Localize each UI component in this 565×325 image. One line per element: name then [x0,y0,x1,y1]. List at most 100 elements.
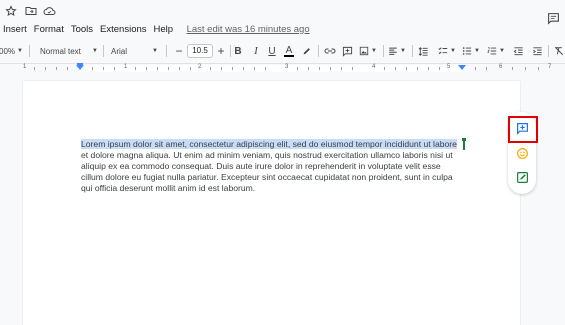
star-icon[interactable] [4,4,18,18]
selected-text[interactable]: Lorem ipsum dolor sit amet, consectetur … [81,139,457,149]
text-color-button[interactable]: A [283,44,295,58]
right-indent-marker[interactable] [458,65,466,70]
ruler-tick [428,67,429,70]
ruler-tick [34,67,35,70]
text-color-icon: A [285,44,293,56]
ruler-number: 3 [285,64,289,70]
chevron-down-icon: ▼ [450,48,456,54]
decrease-indent-button[interactable] [511,44,525,58]
left-indent-marker[interactable] [76,65,84,70]
ruler-tick [135,67,136,70]
increase-font-size-button[interactable]: + [215,44,227,58]
ruler-tick [417,67,418,70]
ruler-tick [297,67,298,70]
ruler-tick [210,67,211,70]
first-line-indent-marker[interactable] [77,63,83,65]
font-size-input[interactable]: 10.5 [187,44,213,58]
chevron-down-icon: ▼ [17,48,23,54]
numbered-list-button[interactable]: ▼ [486,44,506,58]
italic-button[interactable]: I [250,44,262,58]
italic-icon: I [254,45,258,57]
zoom-select[interactable]: 00% ▼ [0,44,23,58]
insert-link-button[interactable] [323,44,337,58]
divider [230,45,231,57]
increase-indent-button[interactable] [530,44,544,58]
ruler-tick [308,67,309,70]
ruler-tick [330,67,331,70]
decrease-font-size-button[interactable]: − [173,44,185,58]
font-value: Arial [111,46,128,56]
highlight-color-button[interactable] [301,44,313,58]
bulleted-list-button[interactable]: ▼ [461,44,481,58]
menu-insert[interactable]: Insert [0,24,30,35]
image-icon [359,46,369,56]
emoji-icon [516,147,528,159]
move-to-folder-icon[interactable] [24,4,38,18]
divider [103,45,104,57]
ruler-tick [146,67,147,70]
checklist-button[interactable]: ▼ [437,44,457,58]
bold-button[interactable]: B [232,44,244,58]
zoom-value: 00% [0,46,16,56]
ruler-tick [254,67,255,70]
ruler-tick [395,67,396,70]
ruler-number: 1 [23,64,27,70]
menu-format[interactable]: Format [30,24,67,35]
highlight-annotation-box [508,116,538,143]
divider [383,45,384,57]
divider [412,45,413,57]
ruler[interactable]: 1 1 2 3 4 5 6 7 [0,63,565,72]
font-select[interactable]: Arial ▼ [111,44,158,58]
add-comment-toolbar-button[interactable] [341,44,353,58]
ruler-tick [525,67,526,70]
numbered-list-icon [487,46,497,55]
document-page[interactable] [23,81,520,325]
style-select[interactable]: Normal text ▼ [40,44,98,58]
add-emoji-reaction-button[interactable] [512,143,532,163]
suggest-edit-icon [516,171,528,183]
menu-help[interactable]: Help [150,24,177,35]
cloud-status-icon[interactable] [42,4,56,18]
ruler-number: 1 [124,64,128,70]
comment-history-icon[interactable] [545,10,561,26]
menu-tools[interactable]: Tools [67,24,96,35]
underline-icon: U [268,45,276,57]
toolbar: 00% ▼ Normal text ▼ Arial ▼ − 10.5 + B I U … [0,41,565,61]
comment-plus-icon [342,46,352,57]
bulleted-list-icon [462,47,472,55]
underline-button[interactable]: U [266,44,278,58]
ruler-tick [486,67,487,70]
suggest-edits-button[interactable] [512,167,532,187]
ruler-tick [103,67,104,70]
ruler-tick [265,67,266,70]
collaborator-cursor [462,138,466,150]
ruler-number: 2 [198,64,202,70]
align-button[interactable]: ▼ [387,44,407,58]
ruler-tick [439,67,440,70]
ruler-tick [157,67,158,70]
menu-bar: Insert Format Tools Extensions Help Last… [0,21,310,37]
ruler-page-area [80,65,462,72]
chevron-down-icon: ▼ [92,48,98,54]
link-icon [324,48,336,54]
clear-formatting-button[interactable] [552,44,565,58]
body-line: qui officia deserunt mollit anim id est … [81,183,256,194]
ruler-tick [475,67,476,70]
divider [318,45,319,57]
line-spacing-button[interactable] [416,44,430,58]
menu-extensions[interactable]: Extensions [97,24,150,35]
document-body[interactable]: Lorem ipsum dolor sit amet, consectetur … [81,139,463,194]
bold-icon: B [234,45,242,57]
ruler-tick [67,67,68,70]
last-edit-link[interactable]: Last edit was 16 minutes ago [187,24,310,35]
body-line: aliquip ex ea commodo consequat. Duis au… [81,161,441,172]
insert-image-button[interactable]: ▼ [358,44,378,58]
ruler-tick [319,67,320,70]
divider [548,45,549,57]
decrease-indent-icon [513,46,523,55]
style-value: Normal text [40,46,81,56]
ruler-tick [45,67,46,70]
highlighter-icon [303,48,310,55]
ruler-tick [384,67,385,70]
title-bar [0,0,565,22]
